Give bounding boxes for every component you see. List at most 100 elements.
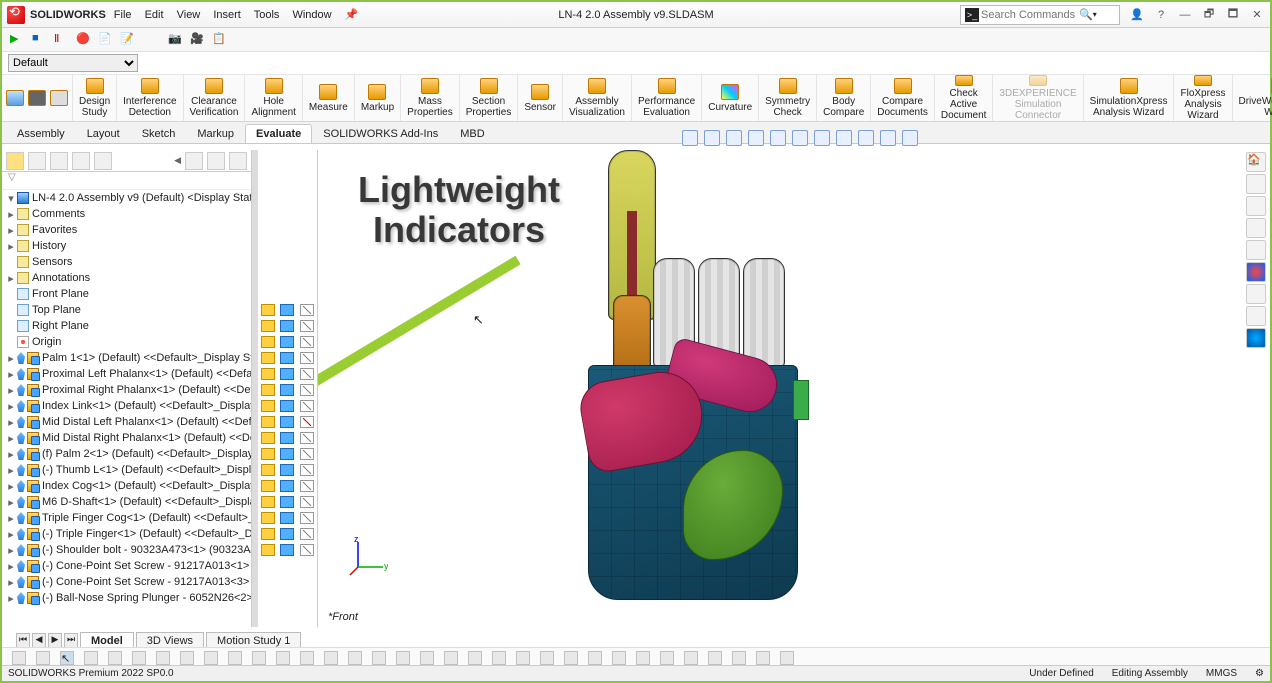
- display-pane-row[interactable]: [258, 478, 317, 494]
- transparency-icon[interactable]: [300, 512, 314, 524]
- menu-file[interactable]: File: [114, 9, 132, 21]
- display-state-icon[interactable]: [261, 432, 275, 444]
- ribbon-check-active-document[interactable]: Check Active Document: [935, 75, 994, 121]
- stop-icon[interactable]: ■: [32, 32, 48, 48]
- transparency-icon[interactable]: [300, 352, 314, 364]
- screen-capture-icon[interactable]: 📷: [168, 32, 184, 48]
- transparency-icon[interactable]: [300, 464, 314, 476]
- bt-icon[interactable]: [12, 651, 26, 665]
- display-pane-row[interactable]: [258, 302, 317, 318]
- transparency-icon[interactable]: [300, 544, 314, 556]
- close-icon[interactable]: ✕: [1250, 8, 1264, 21]
- tree-part-item[interactable]: ▸Mid Distal Left Phalanx<1> (Default) <<…: [2, 414, 251, 430]
- transparency-icon[interactable]: [300, 496, 314, 508]
- tree-part-item[interactable]: ▸M6 D-Shaft<1> (Default) <<Default>_Disp…: [2, 494, 251, 510]
- bt-icon[interactable]: [84, 651, 98, 665]
- panel-extra2-icon[interactable]: [207, 152, 225, 170]
- dimxpert-tab-icon[interactable]: [72, 152, 90, 170]
- search-input[interactable]: [979, 8, 1079, 22]
- tree-part-item[interactable]: ▸Palm 1<1> (Default) <<Default>_Display …: [2, 350, 251, 366]
- display-state-icon[interactable]: [261, 368, 275, 380]
- transparency-icon[interactable]: [300, 400, 314, 412]
- ribbon-design-study[interactable]: Design Study: [73, 75, 117, 121]
- zoom-to-area-icon[interactable]: [704, 130, 720, 146]
- bt-icon[interactable]: [276, 651, 290, 665]
- restore-down-icon[interactable]: 🗗: [1202, 5, 1216, 24]
- property-manager-tab-icon[interactable]: [28, 152, 46, 170]
- tree-item[interactable]: Top Plane: [2, 302, 251, 318]
- tree-item[interactable]: ▸History: [2, 238, 251, 254]
- appearance-icon[interactable]: [280, 384, 294, 396]
- appearance-icon[interactable]: [280, 544, 294, 556]
- display-state-icon[interactable]: [261, 544, 275, 556]
- tree-part-item[interactable]: ▸(-) Shoulder bolt - 90323A473<1> (90323…: [2, 542, 251, 558]
- display-state-icon[interactable]: [261, 496, 275, 508]
- bt-select-icon[interactable]: ↖: [60, 651, 74, 665]
- status-extra-icon[interactable]: ⚙: [1255, 668, 1264, 679]
- apply-scene-icon[interactable]: [880, 130, 896, 146]
- display-manager-tab-icon[interactable]: [94, 152, 112, 170]
- bt-icon[interactable]: [348, 651, 362, 665]
- bt-icon[interactable]: [396, 651, 410, 665]
- tree-item[interactable]: ▸Comments: [2, 206, 251, 222]
- display-pane-row[interactable]: [258, 462, 317, 478]
- transparency-icon[interactable]: [300, 448, 314, 460]
- bt-icon[interactable]: [756, 651, 770, 665]
- record-macro-icon[interactable]: 🔴: [76, 32, 92, 48]
- display-state-icon[interactable]: [261, 320, 275, 332]
- ribbon-performance-evaluation[interactable]: Performance Evaluation: [632, 75, 702, 121]
- display-pane-row[interactable]: [258, 494, 317, 510]
- menu-pin-icon[interactable]: 📌: [345, 9, 359, 21]
- ribbon-mass-properties[interactable]: Mass Properties: [401, 75, 460, 121]
- transparency-icon[interactable]: [300, 528, 314, 540]
- copy-image-icon[interactable]: 📋: [212, 32, 228, 48]
- bt-icon[interactable]: [300, 651, 314, 665]
- display-pane-row[interactable]: [258, 430, 317, 446]
- tab-layout[interactable]: Layout: [76, 124, 131, 143]
- appearance-icon[interactable]: [280, 352, 294, 364]
- ribbon-interference-detection[interactable]: Interference Detection: [117, 75, 183, 121]
- edit-appearance-icon[interactable]: [858, 130, 874, 146]
- ribbon-assembly-visualization[interactable]: Assembly Visualization: [563, 75, 632, 121]
- tree-part-item[interactable]: ▸(-) Ball-Nose Spring Plunger - 6052N26<…: [2, 590, 251, 606]
- appearance-icon[interactable]: [280, 496, 294, 508]
- bt-icon[interactable]: [612, 651, 626, 665]
- bt-icon[interactable]: [36, 651, 50, 665]
- display-state-icon[interactable]: [261, 512, 275, 524]
- bt-icon[interactable]: [636, 651, 650, 665]
- display-state-icon[interactable]: [261, 400, 275, 412]
- ribbon-curvature[interactable]: Curvature: [702, 75, 759, 121]
- taskpane-forum-icon[interactable]: [1246, 306, 1266, 326]
- appearance-icon[interactable]: [280, 368, 294, 380]
- feature-tree-tab-icon[interactable]: [6, 152, 24, 170]
- menu-edit[interactable]: Edit: [145, 9, 164, 21]
- display-pane-row[interactable]: [258, 398, 317, 414]
- tree-item[interactable]: ▸Annotations: [2, 270, 251, 286]
- previous-view-icon[interactable]: [726, 130, 742, 146]
- pause-icon[interactable]: Ⅱ: [54, 32, 70, 48]
- transparency-icon[interactable]: [300, 416, 314, 428]
- tab-mbd[interactable]: MBD: [449, 124, 495, 143]
- ribbon-clearance-verification[interactable]: Clearance Verification: [184, 75, 246, 121]
- transparency-icon[interactable]: [300, 432, 314, 444]
- bt-icon[interactable]: [228, 651, 242, 665]
- ribbon-section-properties[interactable]: Section Properties: [460, 75, 519, 121]
- ribbon-simulationxpress[interactable]: SimulationXpress Analysis Wizard: [1084, 75, 1175, 121]
- panel-extra1-icon[interactable]: [185, 152, 203, 170]
- display-state-icon[interactable]: [261, 352, 275, 364]
- display-state-icon[interactable]: [261, 336, 275, 348]
- taskpane-resources-icon[interactable]: [1246, 174, 1266, 194]
- display-pane-row[interactable]: [258, 350, 317, 366]
- new-macro-icon[interactable]: 📄: [98, 32, 114, 48]
- ribbon-sensor[interactable]: Sensor: [518, 75, 563, 121]
- display-pane-row[interactable]: [258, 526, 317, 542]
- appearance-icon[interactable]: [280, 400, 294, 412]
- bt-icon[interactable]: [564, 651, 578, 665]
- tree-root[interactable]: ▾LN-4 2.0 Assembly v9 (Default) <Display…: [2, 190, 251, 206]
- section-view-icon[interactable]: [748, 130, 764, 146]
- tree-filter[interactable]: ▽: [2, 172, 251, 190]
- search-commands[interactable]: >_ 🔍 ▾: [960, 5, 1120, 25]
- ribbon-floxpress[interactable]: FloXpress Analysis Wizard: [1174, 75, 1232, 121]
- taskpane-home-icon[interactable]: 🏠: [1246, 152, 1266, 172]
- tree-item[interactable]: Right Plane: [2, 318, 251, 334]
